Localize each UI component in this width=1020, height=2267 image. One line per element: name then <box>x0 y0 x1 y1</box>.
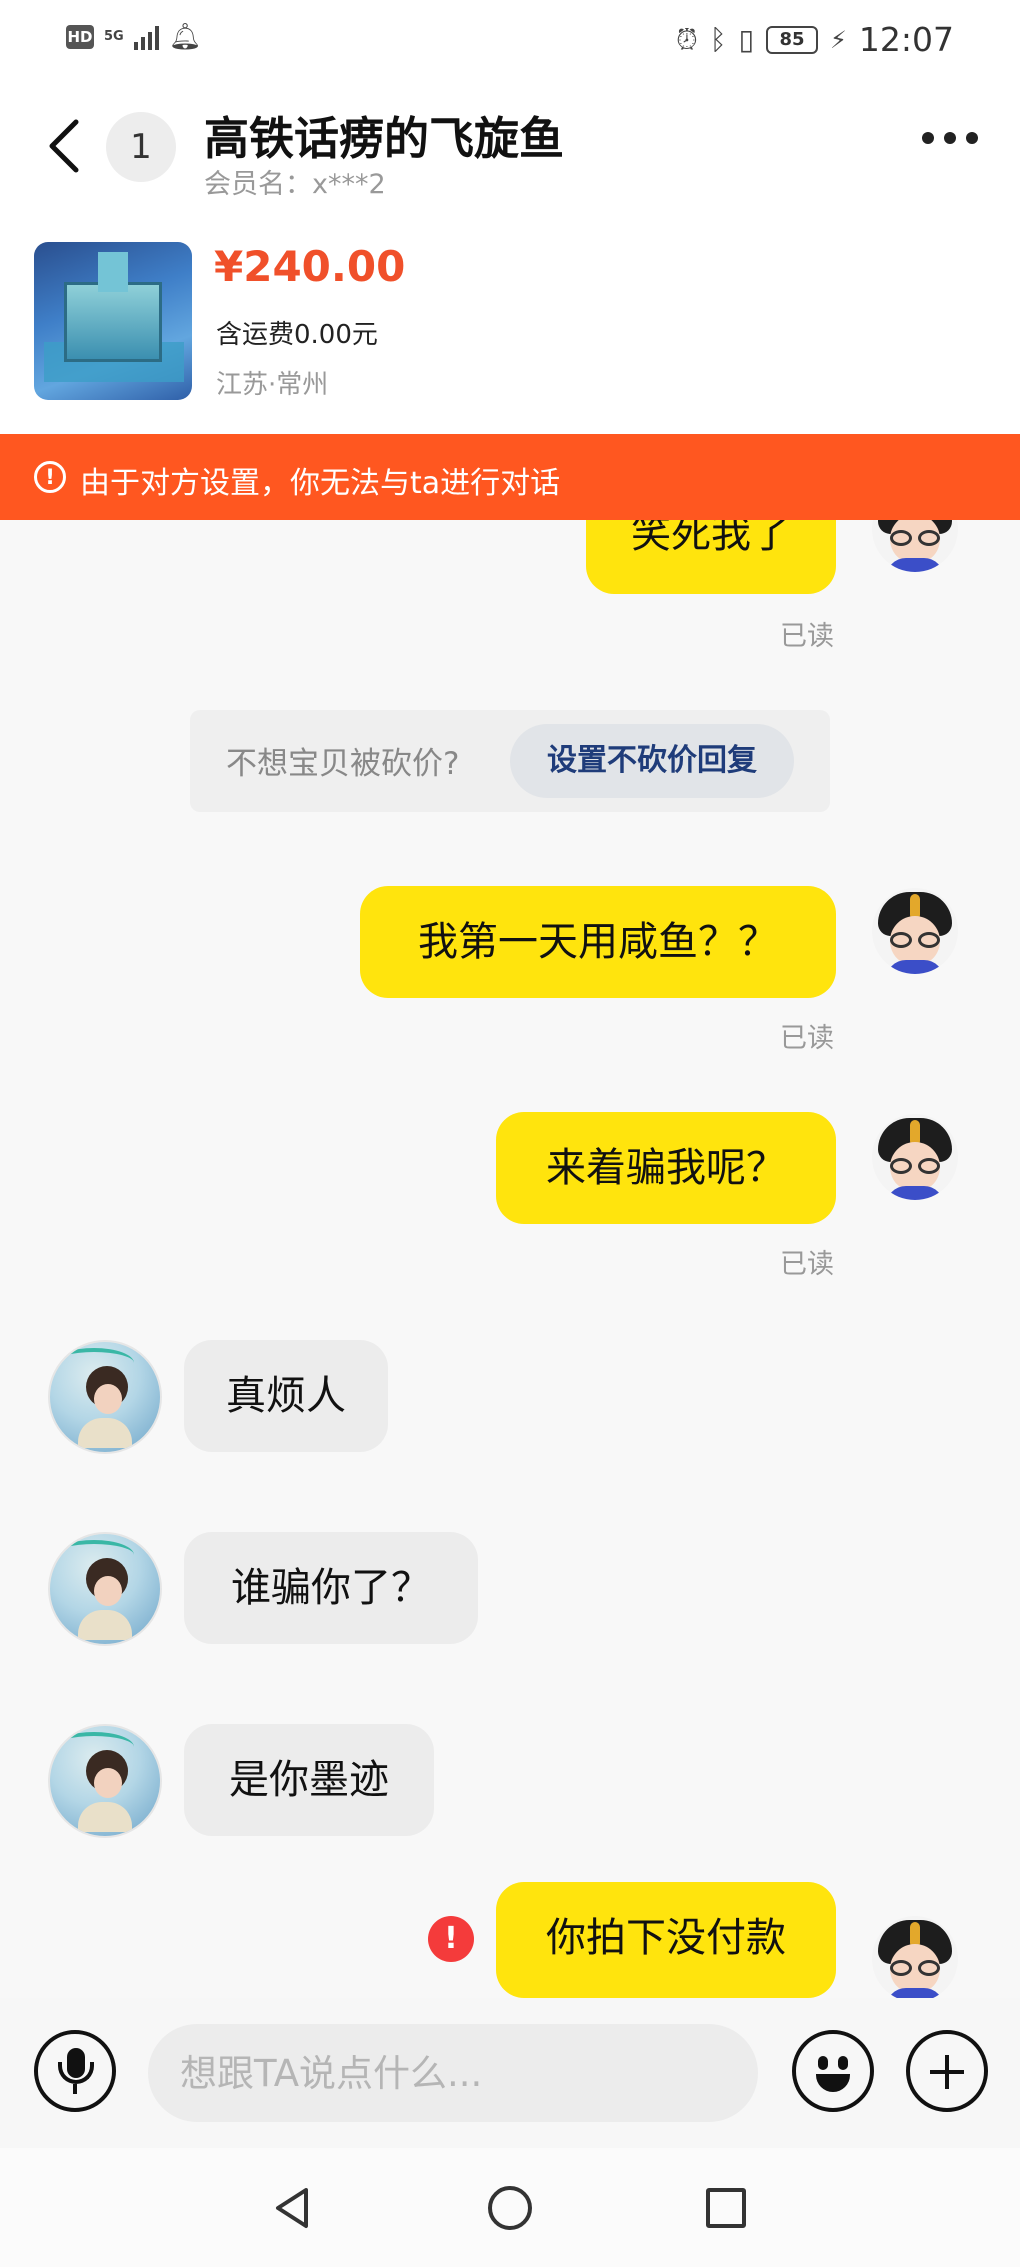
more-actions-button[interactable] <box>906 2030 988 2112</box>
my-avatar[interactable] <box>872 1916 958 1998</box>
nav-home-button[interactable] <box>488 2186 532 2230</box>
unread-count-badge: 1 <box>106 112 176 182</box>
status-bar: HD 5G 🔔︎ ⏰︎ ᛒ ▯ 85 ⚡︎ 12:07 <box>0 0 1020 86</box>
member-name: 会员名：x***2 <box>204 169 386 200</box>
more-options-button[interactable] <box>922 132 978 144</box>
battery-indicator: 85 <box>766 25 819 54</box>
shipping-info: 含运费0.00元 <box>216 320 378 350</box>
notification-bell-icon: 🔔︎ <box>168 22 202 52</box>
message-input-bar <box>0 1998 1020 2148</box>
signal-icon <box>133 24 159 50</box>
read-receipt: 已读 <box>780 1249 834 1280</box>
my-avatar[interactable] <box>872 1114 958 1200</box>
product-price: ¥240.00 <box>214 242 406 291</box>
hd-badge: HD <box>66 25 94 49</box>
message-bubble-incoming[interactable]: 谁骗你了？ <box>184 1532 478 1644</box>
status-right: ⏰︎ ᛒ ▯ 85 ⚡︎ 12:07 <box>676 20 954 59</box>
message-bubble-outgoing[interactable]: 你拍下没付款 <box>496 1882 836 1998</box>
chevron-left-icon <box>49 119 79 173</box>
vibrate-icon: ▯ <box>738 23 755 56</box>
emoji-button[interactable] <box>792 2030 874 2112</box>
product-location: 江苏·常州 <box>216 370 329 400</box>
back-button[interactable] <box>42 116 88 176</box>
message-input[interactable] <box>148 2024 758 2122</box>
contact-avatar[interactable] <box>48 1532 162 1646</box>
chat-history[interactable]: 笑死我了 已读 不想宝贝被砍价? 设置不砍价回复 我第一天用咸鱼？？ 已读 来着… <box>0 520 1020 1998</box>
no-haggle-tip: 不想宝贝被砍价? 设置不砍价回复 <box>190 710 830 812</box>
clock: 12:07 <box>858 20 954 59</box>
blocked-warning-banner: ! 由于对方设置，你无法与ta进行对话 <box>0 434 1020 520</box>
set-no-haggle-reply-button[interactable]: 设置不砍价回复 <box>510 724 794 798</box>
chat-header: 1 高铁话痨的飞旋鱼 会员名：x***2 <box>0 86 1020 220</box>
send-failed-icon[interactable]: ! <box>428 1916 474 1962</box>
nav-recent-apps-button[interactable] <box>706 2188 746 2228</box>
read-receipt: 已读 <box>780 621 834 652</box>
bluetooth-icon: ᛒ <box>709 23 727 56</box>
triangle-back-icon <box>276 2188 308 2228</box>
my-avatar[interactable] <box>872 888 958 974</box>
more-dots-icon <box>922 132 934 144</box>
warning-icon: ! <box>34 461 66 493</box>
product-thumbnail[interactable] <box>34 242 192 400</box>
alarm-icon: ⏰︎ <box>675 22 698 56</box>
contact-name: 高铁话痨的飞旋鱼 <box>204 112 565 165</box>
contact-avatar[interactable] <box>48 1340 162 1454</box>
warning-text: 由于对方设置，你无法与ta进行对话 <box>80 466 561 501</box>
message-bubble-outgoing[interactable]: 笑死我了 <box>586 520 836 594</box>
network-label: 5G <box>104 29 124 44</box>
message-bubble-outgoing[interactable]: 来着骗我呢？ <box>496 1112 836 1224</box>
my-avatar[interactable] <box>872 520 958 572</box>
message-bubble-incoming[interactable]: 真烦人 <box>184 1340 388 1452</box>
status-left: HD 5G 🔔︎ <box>66 22 202 52</box>
message-bubble-incoming[interactable]: 是你墨迹 <box>184 1724 434 1836</box>
nav-back-button[interactable] <box>272 2186 312 2230</box>
product-card[interactable]: ¥240.00 含运费0.00元 江苏·常州 <box>0 220 1020 434</box>
message-bubble-outgoing[interactable]: 我第一天用咸鱼？？ <box>360 886 836 998</box>
voice-button[interactable] <box>34 2030 116 2112</box>
system-navigation-bar <box>0 2148 1020 2267</box>
read-receipt: 已读 <box>780 1023 834 1054</box>
contact-avatar[interactable] <box>48 1724 162 1838</box>
charging-icon: ⚡︎ <box>830 25 847 54</box>
tip-text: 不想宝贝被砍价? <box>226 746 460 782</box>
